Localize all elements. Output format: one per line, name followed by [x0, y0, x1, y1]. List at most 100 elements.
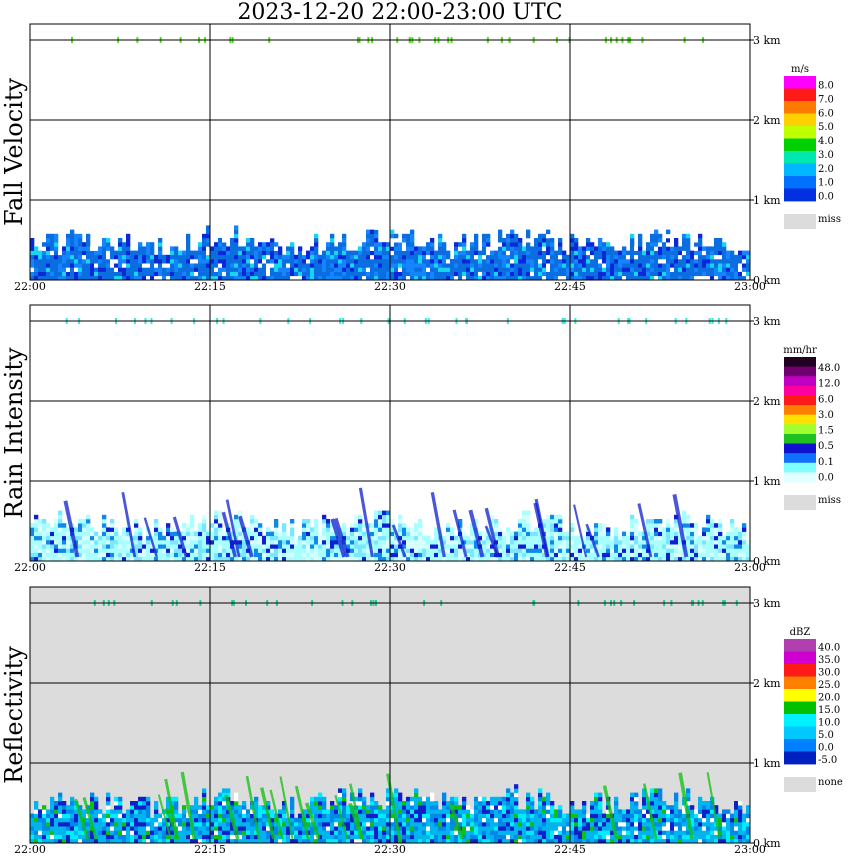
data-cell: [646, 242, 651, 247]
data-cell: [534, 830, 539, 835]
data-cell: [594, 792, 599, 798]
data-cell: [174, 796, 179, 802]
data-cell: [510, 535, 515, 541]
data-cell: [66, 267, 71, 272]
data-cell: [730, 544, 735, 549]
data-cell: [470, 548, 475, 553]
data-cell: [726, 254, 731, 260]
data-cell: [550, 830, 555, 835]
data-cell: [174, 246, 179, 251]
data-cell: [642, 796, 647, 802]
data-cell: [222, 246, 227, 251]
data-cell: [350, 830, 355, 835]
data-cell: [126, 267, 131, 272]
data-cell: [158, 527, 163, 532]
data-cell: [262, 826, 267, 831]
data-cell: [510, 817, 515, 823]
data-cell: [522, 271, 527, 277]
data-cell: [510, 796, 515, 802]
data-cell: [30, 250, 35, 256]
data-cell: [482, 242, 487, 247]
colorbar-label: 3.0: [818, 150, 834, 161]
data-cell: [634, 246, 639, 251]
data-cell: [118, 822, 123, 827]
data-cell: [470, 250, 475, 256]
data-cell: [366, 238, 371, 243]
data-cell: [562, 826, 567, 831]
data-cell: [54, 813, 59, 819]
data-cell: [422, 801, 427, 806]
data-cell: [314, 535, 319, 541]
data-cell: [370, 792, 375, 798]
data-cell: [322, 817, 327, 823]
data-cell: [202, 552, 207, 558]
data-cell: [114, 548, 119, 553]
data-cell: [630, 238, 635, 243]
data-cell: [654, 817, 659, 823]
data-cell: [666, 246, 671, 251]
data-cell: [558, 552, 563, 558]
data-cell: [658, 259, 663, 264]
colorbar-miss-label: miss: [818, 495, 841, 506]
data-cell: [694, 242, 699, 247]
data-cell: [286, 259, 291, 264]
data-cell: [522, 531, 527, 537]
data-cell: [274, 523, 279, 528]
data-cell: [546, 233, 551, 239]
data-cell: [102, 514, 107, 520]
data-cell: [574, 822, 579, 827]
data-cell: [310, 254, 315, 260]
data-cell: [54, 254, 59, 260]
data-cell: [530, 548, 535, 553]
data-cell: [374, 817, 379, 823]
data-cell: [658, 813, 663, 819]
data-cell: [486, 830, 491, 835]
data-cell: [146, 826, 151, 831]
data-cell: [282, 267, 287, 272]
data-cell: [266, 527, 271, 532]
data-cell: [122, 826, 127, 831]
data-cell: [318, 267, 323, 272]
data-cell: [350, 267, 355, 272]
data-cell: [706, 263, 711, 268]
data-cell: [326, 540, 331, 545]
data-cell: [50, 242, 55, 247]
data-cell: [598, 259, 603, 264]
data-cell: [374, 263, 379, 268]
data-cell: [594, 531, 599, 537]
data-cell: [414, 826, 419, 831]
data-cell: [482, 267, 487, 272]
data-cell: [194, 817, 199, 823]
data-cell: [82, 535, 87, 541]
data-cell: [218, 254, 223, 260]
data-cell: [562, 271, 567, 277]
data-cell: [242, 801, 247, 806]
data-cell: [106, 796, 111, 802]
data-cell: [290, 805, 295, 810]
data-cell: [526, 259, 531, 264]
data-cell: [602, 242, 607, 247]
data-cell: [394, 544, 399, 549]
data-cell: [518, 259, 523, 264]
data-cell: [662, 527, 667, 532]
data-cell: [598, 544, 603, 549]
data-cell: [46, 242, 51, 247]
data-cell: [614, 531, 619, 537]
data-cell: [382, 254, 387, 260]
data-cell: [334, 263, 339, 268]
data-cell: [722, 544, 727, 549]
data-cell: [170, 250, 175, 256]
data-cell: [318, 826, 323, 831]
data-cell: [302, 523, 307, 528]
data-cell: [118, 242, 123, 247]
data-cell: [42, 834, 47, 840]
data-cell: [534, 552, 539, 558]
colorbar-unit: m/s: [791, 64, 809, 75]
data-cell: [66, 531, 71, 537]
data-cell: [370, 527, 375, 532]
data-cell: [354, 548, 359, 553]
data-cell: [518, 552, 523, 558]
data-cell: [286, 267, 291, 272]
data-cell: [630, 535, 635, 541]
data-cell: [626, 817, 631, 823]
